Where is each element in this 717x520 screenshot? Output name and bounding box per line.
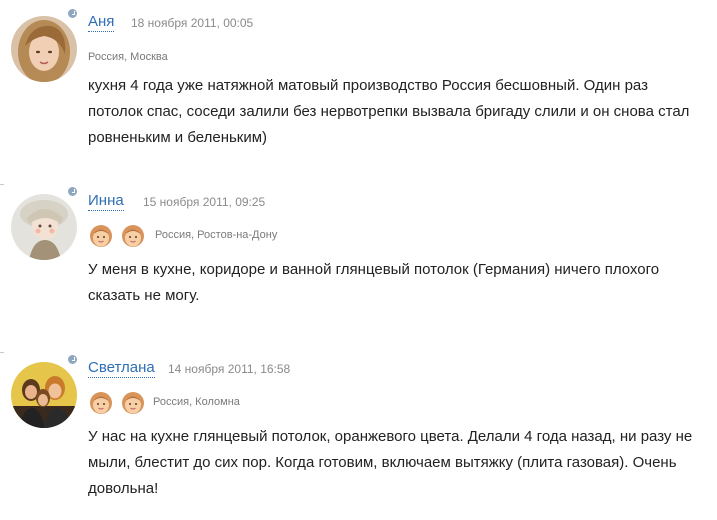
girl-face-icon (90, 392, 112, 414)
avatar[interactable] (11, 186, 78, 260)
avatar-photo-icon (11, 362, 77, 428)
author-location: Россия, Коломна (153, 396, 240, 408)
comment-text: кухня 4 года уже натяжной матовый произв… (88, 77, 690, 146)
avatar-photo-icon (11, 194, 77, 260)
comment-date: 18 ноября 2011, 00:05 (131, 16, 254, 30)
author-link[interactable]: Аня (88, 13, 115, 32)
online-status-icon (67, 8, 78, 19)
author-link[interactable]: Светлана (88, 359, 155, 378)
girl-face-icon (90, 225, 112, 247)
comment-date: 15 ноября 2011, 09:25 (143, 195, 266, 209)
author-location: Россия, Ростов-на-Дону (155, 229, 278, 241)
comment-text: У нас на кухне глянцевый потолок, оранже… (88, 428, 693, 497)
avatar-photo-icon (11, 16, 77, 82)
online-status-icon (67, 354, 78, 365)
comment-text: У меня в кухне, коридоре и ванной глянце… (88, 261, 660, 304)
achievement-badges (88, 222, 146, 248)
avatar[interactable] (11, 354, 78, 428)
achievement-badges (88, 389, 146, 415)
divider (0, 352, 4, 353)
comment-date: 14 ноября 2011, 16:58 (168, 362, 291, 376)
girl-face-icon (122, 392, 144, 414)
avatar[interactable] (11, 8, 78, 82)
author-link[interactable]: Инна (88, 192, 124, 211)
online-status-icon (67, 186, 78, 197)
girl-face-icon (122, 225, 144, 247)
divider (0, 184, 4, 185)
author-location: Россия, Москва (88, 51, 168, 63)
